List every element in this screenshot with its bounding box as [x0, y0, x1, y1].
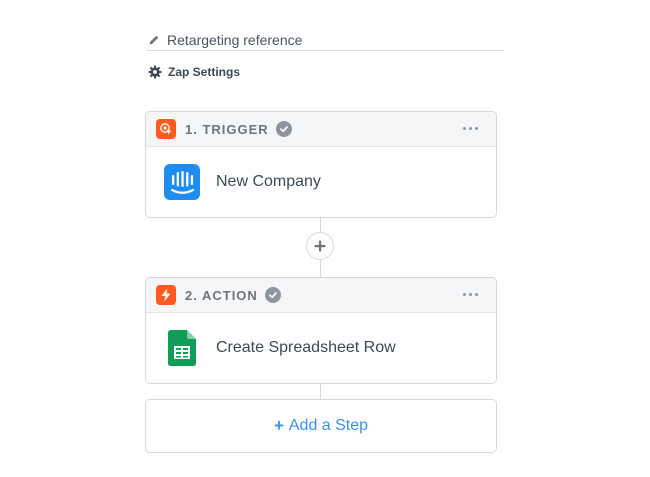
add-step-label: Add a Step	[288, 417, 369, 434]
trigger-app-event: New Company	[216, 173, 321, 190]
zap-settings-label: Zap Settings	[168, 65, 241, 79]
check-circle-icon	[264, 287, 281, 303]
action-step-label: 2. ACTION	[185, 287, 258, 303]
trigger-step-body[interactable]: New Company	[146, 147, 496, 217]
action-step-header[interactable]: 2. ACTION	[146, 278, 496, 313]
trigger-step-header[interactable]: 1. TRIGGER	[146, 112, 496, 147]
pencil-icon	[148, 34, 160, 46]
zap-editor: Retargeting reference Zap Settings 1. TR…	[0, 0, 650, 477]
connector-line	[320, 217, 321, 232]
trigger-step-label: 1. TRIGGER	[185, 121, 269, 137]
more-options-icon[interactable]	[463, 127, 478, 130]
google-sheets-icon	[164, 330, 200, 366]
add-plus-icon: +	[273, 416, 284, 435]
add-step-button[interactable]: + Add a Step	[145, 399, 497, 453]
insert-step-button[interactable]	[306, 232, 334, 260]
trigger-step-card[interactable]: 1. TRIGGER New Company	[145, 111, 497, 218]
trigger-icon	[156, 119, 176, 139]
zap-title-row[interactable]: Retargeting reference	[146, 29, 504, 51]
action-step-card[interactable]: 2. ACTION Create Spreadsheet Row	[145, 277, 497, 384]
intercom-icon	[164, 164, 200, 200]
zap-title[interactable]: Retargeting reference	[167, 32, 302, 48]
zap-settings-link[interactable]: Zap Settings	[148, 64, 240, 80]
more-options-icon[interactable]	[463, 293, 478, 296]
action-app-event: Create Spreadsheet Row	[216, 339, 396, 356]
action-step-body[interactable]: Create Spreadsheet Row	[146, 313, 496, 383]
check-circle-icon	[275, 121, 292, 137]
connector-line	[320, 260, 321, 277]
plus-icon	[314, 240, 326, 252]
gear-icon	[148, 65, 162, 79]
lightning-icon	[156, 285, 176, 305]
connector-line	[320, 383, 321, 399]
